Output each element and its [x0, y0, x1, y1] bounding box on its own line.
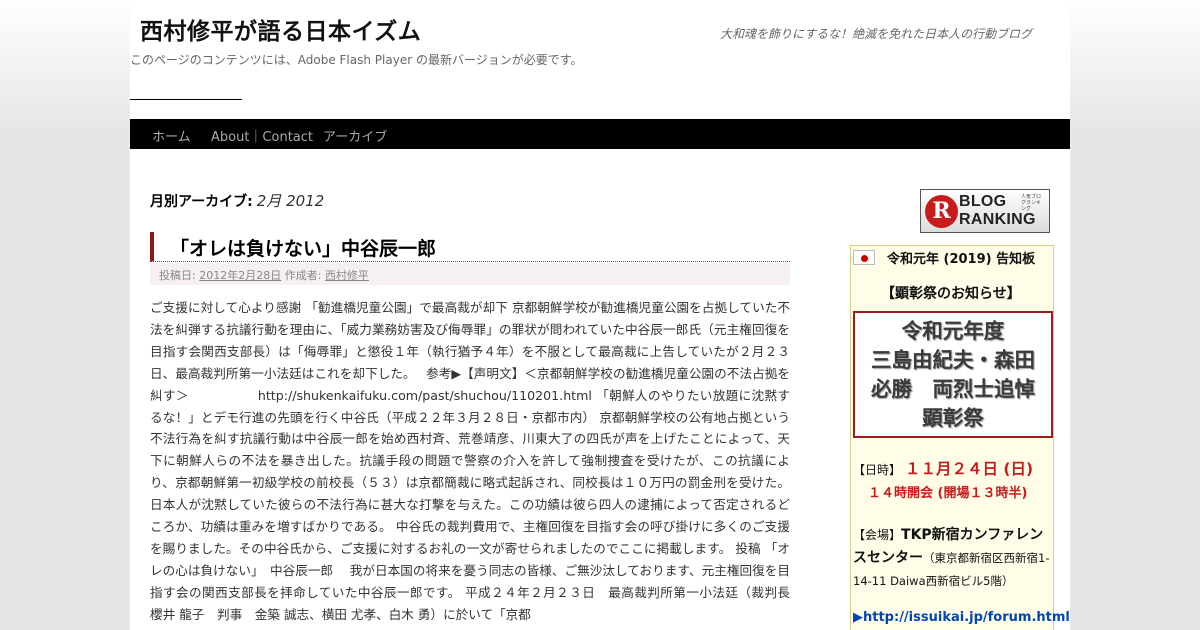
archive-heading: 月別アーカイブ: 2月 2012 — [150, 190, 324, 211]
header-divider — [130, 99, 242, 100]
nav-item-archive[interactable]: アーカイブ — [323, 126, 387, 145]
post-meta: 投稿日: 2012年2月28日 作成者: 西村修平 — [150, 263, 790, 285]
archive-label: 月別アーカイブ: — [150, 194, 253, 210]
flash-notice: このページのコンテンツには、Adobe Flash Player の最新バージョ… — [130, 53, 583, 67]
venue-label: 【会場】 — [853, 528, 902, 542]
event-time: １４時開会 (開場１３時半) — [868, 486, 1028, 501]
page-container: 西村修平が語る日本イズム 大和魂を飾りにするな！絶滅を免れた日本人の行動ブログ … — [130, 0, 1070, 630]
event-link-text[interactable]: http://issuikai.jp/forum.html — [863, 610, 1070, 625]
event-line: 顕彰祭 — [922, 406, 984, 430]
post-author-link[interactable]: 西村修平 — [325, 269, 369, 282]
japan-flag-icon — [853, 250, 875, 265]
event-banner: 令和元年度 三島由紀夫・森田 必勝 両烈士追悼 顕彰祭 — [853, 311, 1053, 438]
notice-subtitle: 【顕彰祭のお知らせ】 — [881, 286, 1021, 302]
post-title-bar: 「オレは負けない」中谷辰一郎 — [150, 232, 790, 262]
ranking-line2: RANKING — [959, 211, 1036, 228]
event-venue-row: 【会場】TKP新宿カンファレンスセンター（東京都新宿区西新宿1-14-11 Da… — [853, 523, 1051, 592]
ranking-logo-icon: R — [925, 195, 958, 228]
notice-title: 令和元年 (2019) 告知板 — [887, 252, 1036, 267]
nav-item-home[interactable]: ホーム — [152, 126, 191, 145]
main-nav: ホーム About｜Contact アーカイブ — [130, 119, 1070, 149]
site-description: 大和魂を飾りにするな！絶滅を免れた日本人の行動ブログ — [720, 27, 1033, 41]
event-line: 必勝 両烈士追悼 — [871, 377, 1035, 401]
notice-board: 令和元年 (2019) 告知板 【顕彰祭のお知らせ】 令和元年度 三島由紀夫・森… — [850, 245, 1070, 630]
posted-label: 投稿日: — [159, 269, 196, 282]
post-title[interactable]: 「オレは負けない」中谷辰一郎 — [170, 234, 436, 261]
author-label: 作成者: — [284, 269, 322, 282]
event-line: 三島由紀夫・森田 — [871, 348, 1035, 372]
event-date-row: 【日時】 １１月２４日 (日) — [853, 457, 1033, 479]
post-body: ご支援に対して心より感謝 「勧進橋児童公園」で最高裁が却下 京都朝鮮学校が勧進橋… — [150, 300, 803, 622]
event-line: 令和元年度 — [901, 319, 1005, 343]
blog-ranking-banner[interactable]: R BLOG RANKING 人気ブログランキング — [920, 189, 1050, 233]
ranking-small-text: 人気ブログランキング — [1021, 194, 1042, 212]
event-link[interactable]: ▶http://issuikai.jp/forum.html — [853, 610, 1070, 625]
archive-month: 2月 2012 — [256, 192, 325, 210]
site-title[interactable]: 西村修平が語る日本イズム — [140, 12, 421, 46]
post-date-link[interactable]: 2012年2月28日 — [199, 269, 281, 282]
event-date: １１月２４日 (日) — [905, 460, 1034, 478]
nav-item-about-contact[interactable]: About｜Contact — [211, 126, 313, 145]
play-arrow-icon: ▶ — [853, 610, 863, 625]
date-label: 【日時】 — [853, 463, 902, 477]
